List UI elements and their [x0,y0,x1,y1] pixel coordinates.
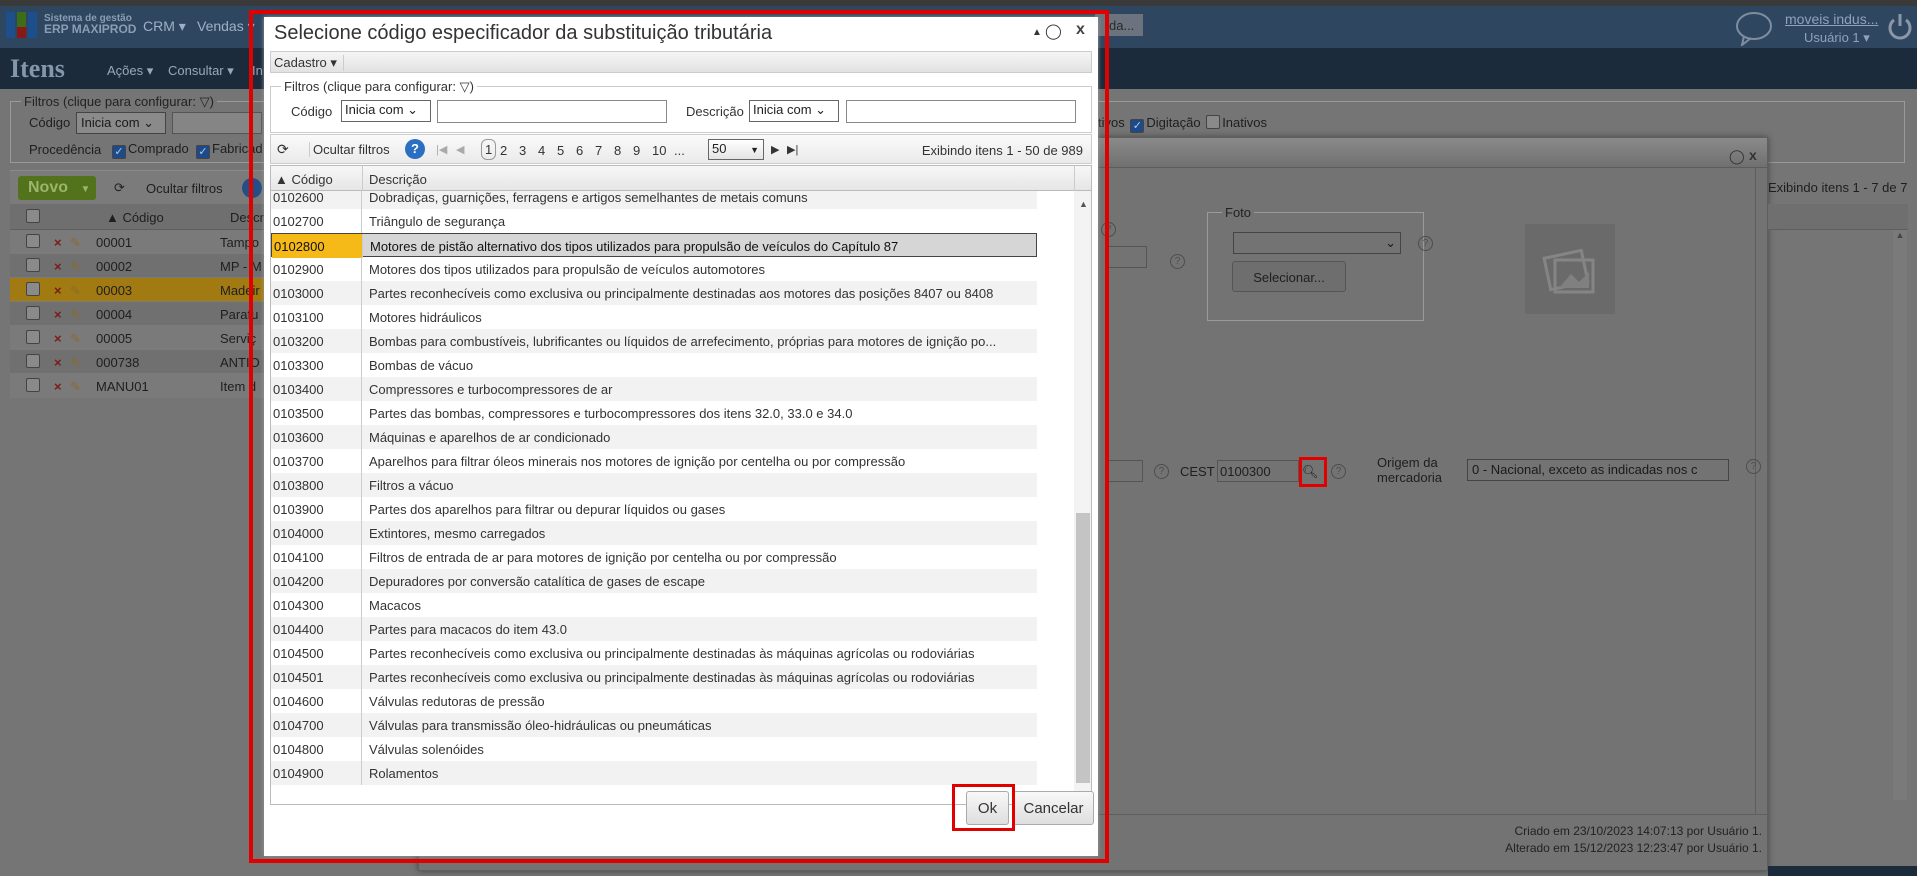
filters-legend[interactable]: Filtros (clique para configurar: ▽) [21,94,217,110]
select-photo-button[interactable]: Selecionar... [1232,261,1346,292]
status-filters: tivos ✓ Digitação Inativos [1098,115,1267,133]
digitacao-checkbox[interactable]: ✓ [1130,119,1145,133]
item-dialog-close-icon[interactable]: x [1749,147,1757,163]
delete-icon[interactable]: × [54,307,62,322]
new-button-label: Novo [28,179,68,196]
row-checkbox[interactable] [26,354,40,368]
delete-icon[interactable]: × [54,379,62,394]
nav-vendas[interactable]: Vendas ▾ [197,18,255,35]
item-dialog-comment-icon[interactable]: ◯ [1729,148,1745,165]
items-table-row[interactable]: × ✎ MANU01 Item d [10,374,268,398]
items-table-row[interactable]: × ✎ 00001 Tampo [10,230,268,254]
procedencia-comprado[interactable]: ✓ Comprado [110,141,189,159]
cest-label: CEST [1180,464,1215,479]
digitacao-label: Digitação [1146,115,1201,130]
checkbox[interactable]: ✓ [196,145,210,159]
help-icon[interactable]: ? [1746,459,1761,474]
items-table-row[interactable]: × ✎ 00004 Parafu [10,302,268,326]
row-checkbox[interactable] [26,234,40,248]
company-link[interactable]: moveis indus... [1785,11,1878,27]
codigo-operator-value: Inicia com [81,115,140,130]
items-table-row[interactable]: × ✎ 00002 MP - M [10,254,268,278]
row-checkbox[interactable] [26,282,40,296]
edit-icon[interactable]: ✎ [70,355,81,371]
row-code: 00005 [96,331,133,346]
row-code: 00004 [96,307,133,322]
image-icon [1542,248,1595,294]
help-icon[interactable]: ? [1170,254,1185,269]
edit-icon[interactable]: ✎ [70,379,81,395]
row-code: 00002 [96,259,133,274]
menu-consultar[interactable]: Consultar ▾ [168,63,234,79]
menu-acoes[interactable]: Ações ▾ [107,63,153,79]
foto-select[interactable]: ⌄ [1233,232,1401,254]
items-table-header: ▲ Código Descriç [10,204,273,230]
row-code: 00003 [96,283,133,298]
inativos-label: Inativos [1222,115,1267,130]
edit-icon[interactable]: ✎ [70,307,81,323]
logo [6,12,40,38]
origem-select[interactable]: 0 - Nacional, exceto as indicadas nos c [1467,459,1729,481]
origem-label-line2: mercadoria [1377,470,1443,485]
procedencia-label: Procedência [29,142,102,157]
cest-input[interactable]: 0100300 [1217,460,1299,482]
divider [1755,168,1756,814]
partial-input[interactable] [1109,246,1147,268]
nav-crm[interactable]: CRM ▾ [143,18,186,35]
row-checkbox[interactable] [26,306,40,320]
origem-label-line1: Origem da [1377,455,1438,470]
items-paging-status: Exibindo itens 1 - 7 de 7 [1768,180,1908,195]
photo-placeholder [1525,224,1615,314]
created-info: Criado em 23/10/2023 14:07:13 por Usuári… [1514,824,1763,838]
help-icon[interactable]: ? [1331,464,1346,479]
audit-info: Criado em 23/10/2023 14:07:13 por Usuári… [1300,823,1762,857]
row-checkbox[interactable] [26,378,40,392]
delete-icon[interactable]: × [54,259,62,274]
checkbox[interactable]: ✓ [112,145,126,159]
hide-filters-button[interactable]: Ocultar filtros [146,181,223,196]
filters-legend-text: Filtros (clique para configurar: [24,94,196,109]
select-all-checkbox[interactable] [26,209,40,223]
page-title: Itens [10,54,65,83]
delete-icon[interactable]: × [54,355,62,370]
refresh-icon[interactable]: ⟳ [114,180,125,196]
power-icon[interactable] [1886,12,1914,42]
logo-line2: ERP MAXIPROD [44,22,137,36]
row-checkbox[interactable] [26,330,40,344]
origem-value: 0 - Nacional, exceto as indicadas nos c [1472,462,1698,477]
row-code: 00001 [96,235,133,250]
delete-icon[interactable]: × [54,283,62,298]
column-codigo[interactable]: ▲ Código [106,210,164,225]
items-scrollbar[interactable]: ▲ [1893,230,1907,800]
chat-bubble-icon[interactable] [1734,10,1774,46]
modified-info: Alterado em 15/12/2023 12:23:47 por Usuá… [1505,841,1762,855]
footer-bar [1768,866,1917,876]
edit-icon[interactable]: ✎ [70,331,81,347]
row-code: 000738 [96,355,140,370]
items-table-row[interactable]: × ✎ 000738 ANTIO [10,350,268,374]
dialog-highlight-frame [249,10,1109,863]
edit-icon[interactable]: ✎ [70,283,81,299]
codigo-label: Código [29,115,71,130]
edit-icon[interactable]: ✎ [70,259,81,275]
row-code: MANU01 [96,379,149,394]
checkbox-label: Comprado [128,141,189,156]
delete-icon[interactable]: × [54,331,62,346]
origem-label: Origem da mercadoria [1377,455,1442,485]
partial-input[interactable] [1105,460,1143,482]
user-menu[interactable]: Usuário 1 ▾ [1804,30,1870,46]
codigo-operator-select[interactable]: Inicia com ⌄ [76,112,166,134]
items-table-header-right [1768,204,1908,230]
items-table-row[interactable]: × ✎ 00003 Madeir [10,278,268,302]
row-checkbox[interactable] [26,258,40,272]
items-table-row[interactable]: × ✎ 00005 Serviç [10,326,268,350]
inativos-checkbox[interactable] [1206,115,1221,129]
foto-legend: Foto [1222,205,1255,220]
cest-search-highlight [1299,457,1327,487]
help-icon[interactable]: ? [1418,236,1433,251]
edit-icon[interactable]: ✎ [70,235,81,251]
help-icon[interactable]: ? [1154,464,1169,479]
new-button[interactable]: Novo ▼ [18,176,96,200]
delete-icon[interactable]: × [54,235,62,250]
